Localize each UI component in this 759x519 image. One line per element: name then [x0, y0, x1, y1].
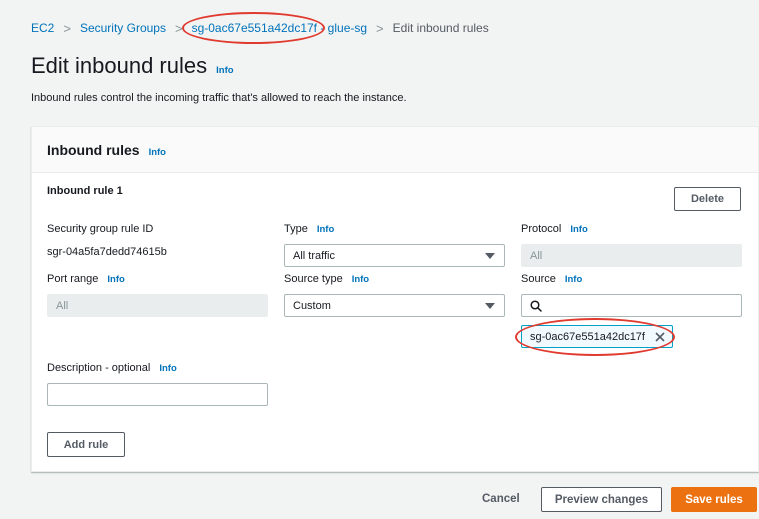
chevron-right-icon: > — [63, 20, 71, 36]
source-search-input[interactable] — [521, 294, 742, 317]
description-label: Description - optional — [47, 362, 151, 374]
protocol-field: All — [521, 244, 742, 267]
panel-header: Inbound rules Info — [32, 127, 758, 173]
caret-down-icon — [485, 303, 495, 309]
protocol-info-link[interactable]: Info — [570, 224, 587, 235]
breadcrumb-current: Edit inbound rules — [392, 21, 489, 35]
source-token-label: sg-0ac67e551a42dc17f — [530, 330, 645, 343]
description-label-row: Description - optional Info — [47, 362, 177, 374]
close-icon[interactable] — [655, 332, 665, 342]
add-rule-button[interactable]: Add rule — [47, 432, 125, 457]
source-type-label-row: Source type Info — [284, 273, 369, 285]
delete-button[interactable]: Delete — [674, 187, 741, 211]
breadcrumb-ec2[interactable]: EC2 — [31, 21, 54, 35]
page-info-link[interactable]: Info — [216, 65, 233, 76]
rule-id-label: Security group rule ID — [47, 223, 154, 235]
page-title: Edit inbound rules — [31, 53, 208, 78]
description-info-link[interactable]: Info — [159, 363, 176, 374]
source-type-value: Custom — [293, 299, 331, 312]
save-rules-button[interactable]: Save rules — [671, 487, 757, 512]
source-type-label: Source type — [284, 273, 343, 285]
caret-down-icon — [485, 253, 495, 259]
type-label-row: Type Info — [284, 223, 334, 235]
type-select[interactable]: All traffic — [284, 244, 505, 267]
source-info-link[interactable]: Info — [565, 274, 582, 285]
panel-title-row: Inbound rules Info — [47, 142, 166, 158]
rule-id-value: sgr-04a5fa7dedd74615b — [47, 246, 167, 258]
panel-title: Inbound rules — [47, 142, 140, 158]
breadcrumb-security-groups[interactable]: Security Groups — [80, 21, 166, 35]
type-label: Type — [284, 223, 308, 235]
rule-heading: Inbound rule 1 — [47, 185, 123, 197]
chevron-right-icon: > — [376, 20, 384, 36]
port-range-info-link[interactable]: Info — [107, 274, 124, 285]
source-type-info-link[interactable]: Info — [352, 274, 369, 285]
port-range-label-row: Port range Info — [47, 273, 125, 285]
type-info-link[interactable]: Info — [317, 224, 334, 235]
breadcrumb-security-group[interactable]: sg-0ac67e551a42dc17f - glue-sg — [181, 12, 368, 44]
protocol-label: Protocol — [521, 223, 562, 235]
sg-name: - glue-sg — [317, 21, 368, 35]
breadcrumb: EC2 > Security Groups > sg-0ac67e551a42d… — [31, 12, 489, 44]
page-title-row: Edit inbound rules Info — [31, 53, 234, 79]
annotated-sg-id: sg-0ac67e551a42dc17f — [181, 12, 326, 44]
type-select-value: All traffic — [293, 249, 335, 262]
page-description: Inbound rules control the incoming traff… — [31, 92, 407, 104]
description-input[interactable] — [47, 383, 268, 406]
cancel-button[interactable]: Cancel — [482, 493, 520, 505]
source-token: sg-0ac67e551a42dc17f — [521, 325, 673, 348]
panel-info-link[interactable]: Info — [149, 147, 166, 158]
source-label: Source — [521, 273, 556, 285]
source-label-row: Source Info — [521, 273, 582, 285]
preview-changes-button[interactable]: Preview changes — [541, 487, 662, 512]
port-range-field: All — [47, 294, 268, 317]
search-icon — [530, 299, 542, 312]
protocol-label-row: Protocol Info — [521, 223, 588, 235]
chevron-right-icon: > — [174, 20, 183, 36]
port-range-label: Port range — [47, 273, 99, 285]
source-type-select[interactable]: Custom — [284, 294, 505, 317]
